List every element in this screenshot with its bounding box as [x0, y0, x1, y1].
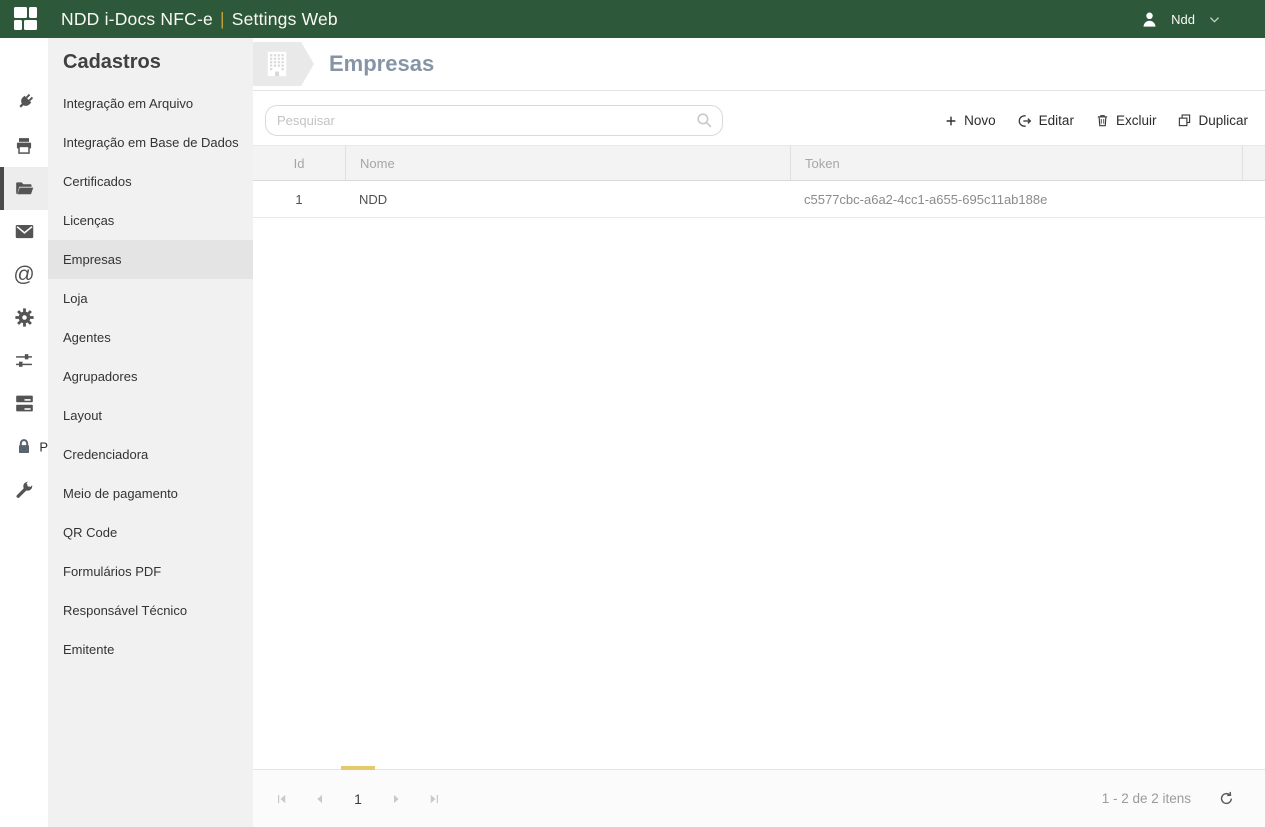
app-logo-icon[interactable]	[14, 7, 39, 31]
pager-last-button[interactable]	[415, 770, 453, 827]
pager-first-button[interactable]	[263, 770, 301, 827]
action-buttons: Novo Editar Excluir Duplicar	[944, 113, 1248, 129]
sidebar-item-agrupadores[interactable]: Agrupadores	[48, 357, 253, 396]
chevron-down-icon	[1209, 16, 1220, 23]
column-header-nome[interactable]: Nome	[345, 146, 790, 180]
search-icon[interactable]	[695, 111, 714, 130]
gear-icon[interactable]	[0, 296, 48, 339]
cell-id: 1	[295, 191, 303, 207]
main-content: Empresas Novo	[253, 38, 1265, 827]
excluir-button[interactable]: Excluir	[1095, 113, 1156, 128]
sidebar-item-meio-de-pagamento[interactable]: Meio de pagamento	[48, 474, 253, 513]
refresh-icon	[1220, 791, 1233, 805]
column-header-id[interactable]: Id	[253, 146, 345, 180]
search-box	[265, 105, 723, 136]
table-row[interactable]: 1 NDD c5577cbc-a6a2-4cc1-a655-695c11ab18…	[253, 181, 1265, 218]
page-header: Empresas	[253, 38, 1265, 91]
empresas-building-icon	[253, 42, 314, 86]
sidebar-item-certificados[interactable]: Certificados	[48, 162, 253, 201]
sidebar-item-layout[interactable]: Layout	[48, 396, 253, 435]
app-window: NDD i-Docs NFC-e | Settings Web Ndd @ P …	[0, 0, 1265, 827]
page-title: Empresas	[329, 51, 435, 76]
sidebar-item-loja[interactable]: Loja	[48, 279, 253, 318]
trash-icon	[1097, 115, 1108, 127]
sidebar-item-integracao-em-base-de-dados[interactable]: Integração em Base de Dados	[48, 123, 253, 162]
sidebar-item-emitente[interactable]: Emitente	[48, 630, 253, 669]
toolbar: Novo Editar	[265, 105, 1248, 136]
app-title-separator: |	[219, 8, 225, 29]
cell-token: c5577cbc-a6a2-4cc1-a655-695c11ab188e	[804, 191, 1048, 207]
app-title: NDD i-Docs NFC-e | Settings Web	[61, 9, 338, 30]
user-icon	[1143, 12, 1156, 27]
sidebar-item-responsavel-tecnico[interactable]: Responsável Técnico	[48, 591, 253, 630]
empresas-grid: Id Nome Token 1 NDD c5577cbc-a6a2-4cc1-a…	[253, 145, 1265, 218]
last-page-icon	[430, 794, 438, 803]
editar-button[interactable]: Editar	[1017, 113, 1074, 129]
envelope-icon[interactable]	[0, 210, 48, 253]
search-input[interactable]	[265, 105, 723, 136]
printer-icon[interactable]	[0, 124, 48, 167]
sidebar-item-formularios-pdf[interactable]: Formulários PDF	[48, 552, 253, 591]
items-count-label: 1 - 2 de 2 itens	[1101, 791, 1191, 806]
novo-button[interactable]: Novo	[944, 113, 996, 128]
pager-prev-button[interactable]	[301, 770, 339, 827]
prev-page-icon	[317, 794, 323, 803]
refresh-button[interactable]	[1218, 790, 1235, 807]
folder-open-icon[interactable]	[0, 167, 48, 210]
next-page-icon	[393, 794, 399, 803]
sidebar: Cadastros Integração em Arquivo Integraçã…	[48, 38, 253, 827]
user-menu[interactable]: Ndd	[1140, 10, 1222, 29]
column-header-filler	[1242, 146, 1265, 180]
app-title-left: NDD i-Docs NFC-e	[61, 8, 213, 29]
pager-next-button[interactable]	[377, 770, 415, 827]
sidebar-menu: Integração em Arquivo Integração em Base …	[48, 84, 253, 669]
server-stack-icon[interactable]	[0, 382, 48, 425]
sidebar-item-empresas[interactable]: Empresas	[48, 240, 253, 279]
plus-icon	[946, 116, 956, 125]
column-header-token[interactable]: Token	[790, 146, 1242, 180]
pager-page-1[interactable]: 1	[339, 766, 377, 827]
hidden-label-fragment: P	[39, 439, 48, 454]
first-page-icon	[278, 794, 286, 803]
app-shell: @ P Cadastros Integração em Arquivo Inte…	[0, 38, 1265, 827]
lock-icon[interactable]: P	[0, 425, 48, 468]
at-sign-icon[interactable]: @	[0, 253, 48, 296]
cell-nome: NDD	[359, 191, 388, 207]
sliders-icon[interactable]	[0, 339, 48, 382]
sidebar-item-credenciadora[interactable]: Credenciadora	[48, 435, 253, 474]
sidebar-item-agentes[interactable]: Agentes	[48, 318, 253, 357]
edit-arrow-icon	[1018, 114, 1031, 127]
sidebar-item-licencas[interactable]: Licenças	[48, 201, 253, 240]
topbar: NDD i-Docs NFC-e | Settings Web Ndd	[0, 0, 1265, 38]
plug-icon[interactable]	[0, 81, 48, 124]
sidebar-heading: Cadastros	[63, 51, 161, 73]
wrench-icon[interactable]	[0, 468, 48, 511]
copy-icon	[1179, 114, 1191, 127]
pagination-bar: 1 1 - 2 de 2 itens	[253, 766, 1265, 827]
sidebar-item-integracao-em-arquivo[interactable]: Integração em Arquivo	[48, 84, 253, 123]
duplicar-button[interactable]: Duplicar	[1177, 113, 1248, 128]
grid-header-row: Id Nome Token	[253, 146, 1265, 181]
module-icon-strip: @ P	[0, 38, 48, 827]
user-name: Ndd	[1171, 11, 1195, 27]
sidebar-item-qr-code[interactable]: QR Code	[48, 513, 253, 552]
app-title-right: Settings Web	[231, 8, 338, 29]
